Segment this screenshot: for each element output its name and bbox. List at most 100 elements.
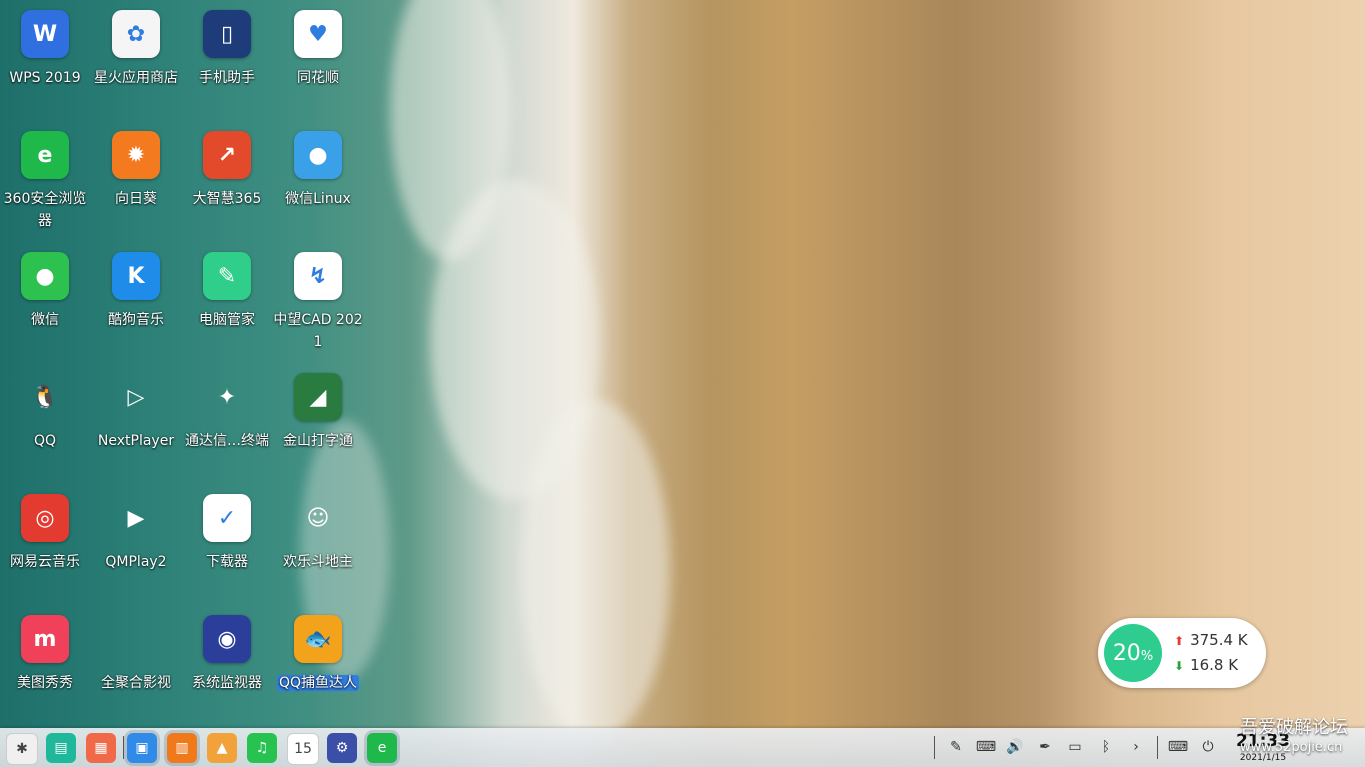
desktop-icon-label: 系统监视器 bbox=[182, 672, 272, 694]
keyboard-icon[interactable]: ⌨ bbox=[974, 735, 998, 759]
desktop-icon-label: 同花顺 bbox=[273, 67, 363, 89]
netspeed-widget[interactable]: 20% ⬆ 375.4 K ⬇ 16.8 K bbox=[1098, 618, 1266, 688]
desktop-icon-label-text: 欢乐斗地主 bbox=[283, 554, 353, 570]
download-speed: ⬇ 16.8 K bbox=[1174, 656, 1238, 674]
spark-store-icon: ✿ bbox=[112, 10, 160, 58]
desktop-icon-item[interactable]: m 美图秀秀 bbox=[0, 605, 90, 723]
desktop-icon-item[interactable]: ◉ 系统监视器 bbox=[182, 605, 272, 723]
pen-icon[interactable]: ✒ bbox=[1033, 735, 1057, 759]
show-desktop-icon[interactable]: ▦ bbox=[86, 733, 116, 763]
desktop-icon-label-text: 大智慧365 bbox=[192, 191, 262, 207]
upload-speed-value: 375.4 K bbox=[1190, 631, 1248, 649]
desktop-icon-item[interactable]: ▶ QMPlay2 bbox=[91, 484, 181, 602]
360-browser-icon: e bbox=[21, 131, 69, 179]
launcher-icon[interactable]: ✱ bbox=[6, 733, 38, 765]
desktop-icon-item[interactable]: ↯ 中望CAD 2021 bbox=[273, 242, 363, 360]
desktop-icon-label-text: 全聚合影视 bbox=[101, 675, 171, 691]
desktop-icon-item[interactable]: e 360安全浏览器 bbox=[0, 121, 90, 239]
music-icon[interactable]: ♫ bbox=[247, 733, 277, 763]
desktop-icon-item[interactable]: ✓ 下载器 bbox=[182, 484, 272, 602]
battery-icon[interactable]: ▭ bbox=[1063, 735, 1087, 759]
desktop-icon-item[interactable]: ↗ 大智慧365 bbox=[182, 121, 272, 239]
desktop-icon-item[interactable]: K 酷狗音乐 bbox=[91, 242, 181, 360]
system-monitor-icon: ◉ bbox=[203, 615, 251, 663]
desktop-icon-label-text: 微信 bbox=[31, 312, 59, 328]
desktop-icon-label-text: 中望CAD 2021 bbox=[273, 312, 363, 350]
desktop-icon-label-text: 通达信…终端 bbox=[185, 433, 269, 449]
desktop-icon-label: QQ捕鱼达人 bbox=[273, 672, 363, 694]
cpu-usage-indicator: 20% bbox=[1104, 624, 1162, 682]
desktop-icon-label: 大智慧365 bbox=[182, 188, 272, 210]
desktop-icon-label-text: 金山打字通 bbox=[283, 433, 353, 449]
bluetooth-icon[interactable]: ᛒ bbox=[1094, 735, 1118, 759]
desktop-icon-item[interactable]: ▷ NextPlayer bbox=[91, 363, 181, 481]
desktop-icon-item[interactable]: ✹ 向日葵 bbox=[91, 121, 181, 239]
desktop-icon-label: 欢乐斗地主 bbox=[273, 551, 363, 573]
onscreen-keyboard-icon[interactable]: ⌨ bbox=[1166, 735, 1190, 759]
desktop-icon-label: 通达信…终端 bbox=[182, 430, 272, 452]
power-icon[interactable]: ⏻ bbox=[1196, 735, 1220, 759]
desktop-icon-item[interactable]: ✦ 通达信…终端 bbox=[182, 363, 272, 481]
wps-icon: W bbox=[21, 10, 69, 58]
taskbar-separator bbox=[934, 736, 935, 759]
wechat-icon: ● bbox=[21, 252, 69, 300]
desktop-icon-item[interactable]: ✿ 星火应用商店 bbox=[91, 0, 181, 118]
desktop-icon-label: NextPlayer bbox=[91, 430, 181, 452]
desktop-icon-label-text: 星火应用商店 bbox=[94, 70, 178, 86]
phone-assistant-icon: ▯ bbox=[203, 10, 251, 58]
desktop-icon-item[interactable]: ● 微信 bbox=[0, 242, 90, 360]
desktop-icon-item[interactable]: ✎ 电脑管家 bbox=[182, 242, 272, 360]
desktop-icon-label-text: WPS 2019 bbox=[9, 70, 81, 86]
desktop-icon-label: QMPlay2 bbox=[91, 551, 181, 573]
desktop-icon-item[interactable]: 全聚合影视 bbox=[91, 605, 181, 723]
watermark: 吾爱破解论坛 www.52pojie.cn bbox=[1240, 716, 1365, 756]
desktop-icon-label: 微信 bbox=[0, 309, 90, 331]
desktop-icon-label: 微信Linux bbox=[273, 188, 363, 210]
desktop-icon-label: 中望CAD 2021 bbox=[273, 309, 363, 353]
desktop-icon-item[interactable]: 🐟 QQ捕鱼达人 bbox=[273, 605, 363, 723]
desktop-icon-label-text: 手机助手 bbox=[199, 70, 255, 86]
desktop-icon-label: 下载器 bbox=[182, 551, 272, 573]
cpu-usage-value: 20 bbox=[1112, 640, 1141, 666]
desktop-icon-label-text: 微信Linux bbox=[285, 191, 351, 207]
desktop-icon-label: 电脑管家 bbox=[182, 309, 272, 331]
tongdaxin-icon: ✦ bbox=[217, 384, 237, 410]
netease-music-icon: ◎ bbox=[21, 494, 69, 542]
desktop-icon-label-text: 网易云音乐 bbox=[10, 554, 80, 570]
cpu-usage-unit: % bbox=[1140, 648, 1154, 664]
desktop-icon-label-text: QQ捕鱼达人 bbox=[276, 675, 360, 691]
calendar-icon[interactable]: 15 bbox=[287, 733, 319, 765]
app-store-icon[interactable]: ▥ bbox=[167, 733, 197, 763]
qq-fishing-icon: 🐟 bbox=[294, 615, 342, 663]
desktop-icon-item[interactable]: ◢ 金山打字通 bbox=[273, 363, 363, 481]
desktop-icon-item[interactable]: W WPS 2019 bbox=[0, 0, 90, 118]
taskbar-separator bbox=[123, 736, 124, 759]
pc-manager-icon: ✎ bbox=[203, 252, 251, 300]
sunflower-icon: ✹ bbox=[112, 131, 160, 179]
desktop-icon-label: WPS 2019 bbox=[0, 67, 90, 89]
quanjuhe-icon bbox=[112, 615, 160, 663]
desktop-icon-item[interactable]: ☺ 欢乐斗地主 bbox=[273, 484, 363, 602]
desktop-icon-item[interactable]: ♥ 同花顺 bbox=[273, 0, 363, 118]
desktop-icon-label: 手机助手 bbox=[182, 67, 272, 89]
desktop-icon-item[interactable]: 🐧 QQ bbox=[0, 363, 90, 481]
tonghuashun-icon: ♥ bbox=[294, 10, 342, 58]
desktop-icon-item[interactable]: ▯ 手机助手 bbox=[182, 0, 272, 118]
desktop-icon-item[interactable]: ● 微信Linux bbox=[273, 121, 363, 239]
desktop-icon-label-text: QMPlay2 bbox=[105, 554, 167, 570]
desktop-icon-label: 360安全浏览器 bbox=[0, 188, 90, 232]
kugou-music-icon: K bbox=[112, 252, 160, 300]
settings-icon[interactable]: ⚙ bbox=[327, 733, 357, 763]
multitask-view-icon[interactable]: ▤ bbox=[46, 733, 76, 763]
qmplay2-icon: ▶ bbox=[127, 505, 145, 531]
chevron-right-icon[interactable]: › bbox=[1124, 735, 1148, 759]
volume-icon[interactable]: 🔊 bbox=[1003, 735, 1027, 759]
360-browser-taskbar-icon[interactable]: e bbox=[367, 733, 397, 763]
upload-arrow-icon: ⬆ bbox=[1174, 634, 1185, 648]
desktop-icon-label-text: 美图秀秀 bbox=[17, 675, 73, 691]
desktop-icon-item[interactable]: ◎ 网易云音乐 bbox=[0, 484, 90, 602]
screenshot-tool-icon[interactable]: ✎ bbox=[944, 735, 968, 759]
desktop-icon-label: 全聚合影视 bbox=[91, 672, 181, 694]
file-manager-icon[interactable]: ▣ bbox=[127, 733, 157, 763]
image-viewer-icon[interactable]: ▲ bbox=[207, 733, 237, 763]
